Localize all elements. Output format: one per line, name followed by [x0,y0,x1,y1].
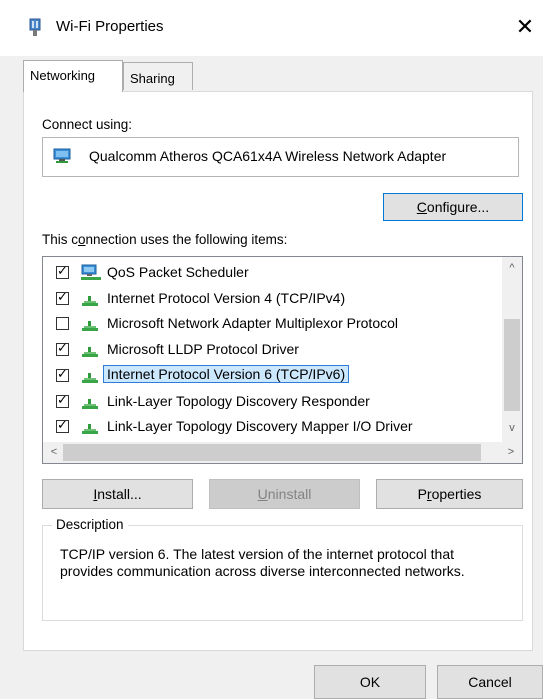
protocol-icon [80,341,102,359]
item-checkbox[interactable] [56,317,69,331]
connect-using-label: Connect using: [42,117,133,132]
description-title: Description [52,517,128,532]
item-label: Internet Protocol Version 6 (TCP/IPv6) [103,364,350,383]
item-label: Link-Layer Topology Discovery Mapper I/O… [107,418,413,435]
items-label-pre: This c [42,232,79,247]
list-item[interactable]: ✓ Internet Protocol Version 6 (TCP/IPv6) [43,363,503,387]
checkmark-icon: ✓ [57,365,68,381]
description-text: TCP/IP version 6. The latest version of … [60,546,465,579]
wifi-adapter-icon [27,18,43,38]
item-label: Microsoft Network Adapter Multiplexor Pr… [107,315,398,332]
close-button[interactable]: ✕ [510,12,540,42]
qos-scheduler-icon [80,264,102,282]
item-label: QoS Packet Scheduler [107,264,249,280]
vertical-scrollbar[interactable]: ^ v [502,257,522,442]
configure-accel-key: C [416,199,427,215]
horizontal-scrollbar[interactable]: < > [43,442,522,463]
ok-button[interactable]: OK [314,665,426,699]
protocol-icon [80,290,102,308]
properties-label-pre: P [417,486,427,502]
items-label-post: nnection uses the following items: [85,232,288,247]
items-label-accel: o [78,232,86,247]
list-item[interactable]: ✓ Microsoft LLDP Protocol Driver [43,337,503,361]
properties-label-post: operties [431,486,482,502]
components-list[interactable]: ✓ QoS Packet Scheduler ✓ Internet Protocol … [42,256,523,464]
network-adapter-icon [53,147,73,165]
scroll-right-button[interactable]: > [502,442,520,463]
protocol-icon [80,393,102,411]
item-checkbox[interactable]: ✓ [56,391,69,408]
item-label: Microsoft LLDP Protocol Driver [107,341,299,358]
item-checkbox[interactable]: ✓ [56,288,69,305]
checkmark-icon: ✓ [57,340,68,356]
list-item[interactable]: ✓ Link-Layer Topology Discovery Responder [43,389,503,413]
checkmark-icon: ✓ [57,288,68,304]
item-checkbox[interactable]: ✓ [56,340,69,357]
protocol-icon [80,315,102,333]
protocol-icon [80,367,102,385]
install-button[interactable]: Install... [42,479,193,509]
list-item[interactable]: ✓ Internet Protocol Version 4 (TCP/IPv4) [43,286,503,310]
item-label: Internet Protocol Version 4 (TCP/IPv4) [107,289,346,306]
item-checkbox[interactable]: ✓ [56,365,69,382]
tab-sharing[interactable]: Sharing [123,62,193,90]
item-checkbox[interactable]: ✓ [56,263,69,279]
vertical-scroll-thumb[interactable] [504,319,520,411]
install-label-post: nstall... [97,486,142,502]
tab-networking[interactable]: Networking [23,60,123,92]
list-item[interactable]: ✓ Link-Layer Topology Discovery Mapper I/… [43,414,503,438]
cancel-button[interactable]: Cancel [437,665,543,699]
adapter-box: Qualcomm Atheros QCA61x4A Wireless Netwo… [42,137,519,177]
protocol-icon [80,418,102,436]
configure-label-post: onfigure... [426,199,490,215]
configure-button[interactable]: Configure... [383,193,523,221]
list-item[interactable]: ✓ QoS Packet Scheduler [43,260,503,284]
uninstall-accel-key: U [257,486,268,502]
checkmark-icon: ✓ [57,391,68,407]
uninstall-button[interactable]: Uninstall [209,479,360,509]
checkmark-icon: ✓ [57,417,68,433]
item-checkbox[interactable]: ✓ [56,417,69,434]
horizontal-scroll-thumb[interactable] [63,444,481,461]
list-item[interactable]: Microsoft Network Adapter Multiplexor Pr… [43,311,503,335]
scroll-down-button[interactable]: v [502,419,522,437]
adapter-name: Qualcomm Atheros QCA61x4A Wireless Netwo… [89,148,447,164]
scroll-up-button[interactable]: ^ [502,259,522,277]
items-label: This connection uses the following items… [42,232,287,247]
checkmark-icon: ✓ [57,263,68,278]
item-label: Link-Layer Topology Discovery Responder [107,392,370,409]
scroll-left-button[interactable]: < [45,442,63,463]
window-title: Wi-Fi Properties [56,18,164,35]
properties-button[interactable]: Properties [376,479,523,509]
uninstall-label-post: ninstall [267,486,312,502]
